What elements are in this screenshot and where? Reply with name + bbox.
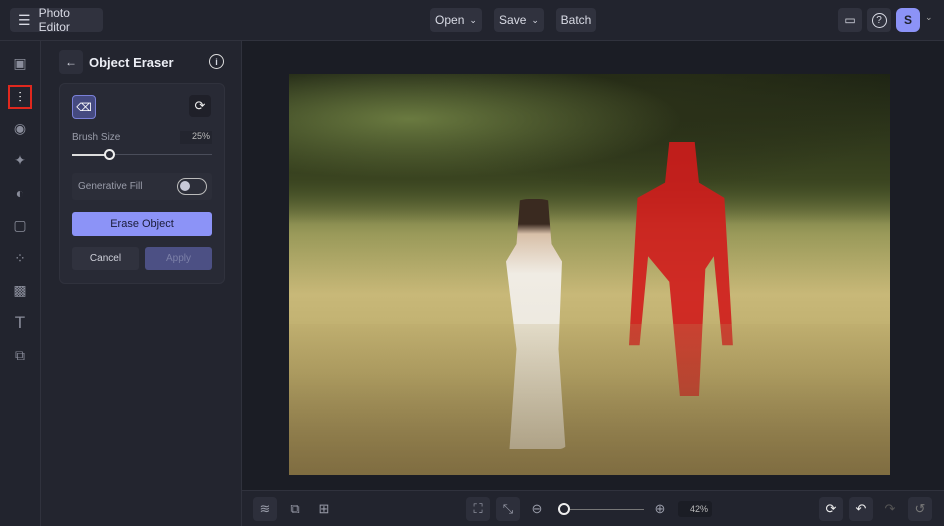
generative-fill-row: Generative Fill bbox=[72, 173, 212, 200]
graphics-icon[interactable]: ⁘ bbox=[9, 247, 31, 269]
tool-rail: ▣ ⫶ ◉ ✦ ◐ ▢ ⁘ ▩ T ⧉ bbox=[0, 41, 41, 526]
eraser-tool-button[interactable]: ⌫ bbox=[72, 95, 96, 119]
refresh-icon: ⟳ bbox=[194, 98, 206, 113]
brush-size-slider[interactable] bbox=[72, 149, 212, 160]
brush-size-value[interactable]: 25% bbox=[180, 131, 212, 144]
layers-icon[interactable]: ≋ bbox=[253, 497, 277, 521]
tree-line bbox=[289, 74, 890, 224]
chevron-down-icon[interactable]: ⌄ bbox=[925, 12, 933, 23]
redo-sync-icon[interactable]: ⟳ bbox=[819, 497, 843, 521]
avatar[interactable]: S bbox=[896, 8, 920, 32]
fit-screen-icon[interactable]: ⛶ bbox=[466, 497, 490, 521]
zoom-out-icon[interactable]: ⊖ bbox=[525, 497, 549, 521]
menu-button[interactable]: ☰ Photo Editor bbox=[10, 6, 103, 34]
bottom-toolbar: ≋ ⧉ ⊞ ⛶ ⤡ ⊖ ⊕ 42% ⟳ ↶ ↷ ↺ bbox=[242, 490, 944, 526]
reset-button[interactable]: ⟳ bbox=[189, 95, 211, 117]
frame-icon[interactable]: ▢ bbox=[9, 214, 31, 236]
undo-icon[interactable]: ↶ bbox=[849, 497, 873, 521]
canvas-area[interactable] bbox=[242, 41, 944, 490]
eye-icon[interactable]: ◉ bbox=[9, 117, 31, 139]
generative-fill-toggle[interactable] bbox=[177, 178, 207, 195]
open-button[interactable]: Open ⌄ bbox=[430, 8, 482, 32]
palette-icon[interactable]: ◐ bbox=[9, 182, 31, 204]
eraser-card: ⌫ ⟳ Brush Size 25% Generative Fill Erase… bbox=[59, 83, 225, 284]
comments-button[interactable]: ▭ bbox=[838, 8, 862, 32]
help-icon: ? bbox=[871, 12, 887, 28]
texture-icon[interactable]: ▩ bbox=[9, 279, 31, 301]
batch-button[interactable]: Batch bbox=[556, 8, 596, 32]
comment-icon: ▭ bbox=[844, 13, 856, 27]
adjustments-icon[interactable]: ⫶ bbox=[8, 85, 32, 109]
panel-title: Object Eraser bbox=[89, 55, 174, 70]
apply-button[interactable]: Apply bbox=[145, 247, 212, 270]
app-title: Photo Editor bbox=[38, 6, 70, 34]
zoom-in-icon[interactable]: ⊕ bbox=[648, 497, 672, 521]
chevron-down-icon: ⌄ bbox=[469, 14, 477, 25]
back-button[interactable]: ← bbox=[59, 50, 83, 74]
info-icon[interactable]: i bbox=[209, 54, 224, 69]
compare-icon[interactable]: ⧉ bbox=[283, 497, 307, 521]
grass-foreground bbox=[289, 324, 890, 475]
help-button[interactable]: ? bbox=[867, 8, 891, 32]
actual-size-icon[interactable]: ⤡ bbox=[496, 497, 520, 521]
slider-thumb[interactable] bbox=[104, 149, 115, 160]
hamburger-icon: ☰ bbox=[18, 11, 31, 28]
tool-panel: ← Object Eraser i ⌫ ⟳ Brush Size 25% Gen… bbox=[41, 41, 242, 526]
cancel-button[interactable]: Cancel bbox=[72, 247, 139, 270]
text-icon[interactable]: T bbox=[9, 312, 31, 334]
open-label: Open bbox=[435, 13, 465, 27]
chevron-down-icon: ⌄ bbox=[531, 14, 539, 25]
zoom-value[interactable]: 42% bbox=[678, 501, 712, 517]
batch-label: Batch bbox=[560, 13, 592, 27]
zoom-thumb[interactable] bbox=[558, 503, 570, 515]
generative-fill-label: Generative Fill bbox=[78, 181, 143, 192]
grid-icon[interactable]: ⊞ bbox=[312, 497, 336, 521]
toggle-knob bbox=[180, 181, 190, 191]
image-icon[interactable]: ▣ bbox=[9, 52, 31, 74]
top-bar: ☰ Photo Editor Open ⌄ Save ⌄ Batch ▭ ? S ⌄ bbox=[0, 0, 944, 41]
zoom-slider[interactable] bbox=[558, 503, 644, 515]
redo-icon[interactable]: ↷ bbox=[878, 497, 902, 521]
avatar-initial: S bbox=[903, 13, 912, 27]
arrow-left-icon: ← bbox=[65, 55, 77, 69]
brush-size-label: Brush Size bbox=[72, 132, 121, 143]
save-button[interactable]: Save ⌄ bbox=[494, 8, 544, 32]
save-label: Save bbox=[499, 13, 527, 27]
overlay-icon[interactable]: ⧉ bbox=[9, 344, 31, 366]
erase-object-button[interactable]: Erase Object bbox=[72, 212, 212, 236]
history-icon[interactable]: ↺ bbox=[908, 497, 932, 521]
photo-image[interactable] bbox=[289, 74, 890, 475]
effects-icon[interactable]: ✦ bbox=[9, 149, 31, 171]
eraser-icon: ⌫ bbox=[76, 101, 92, 114]
